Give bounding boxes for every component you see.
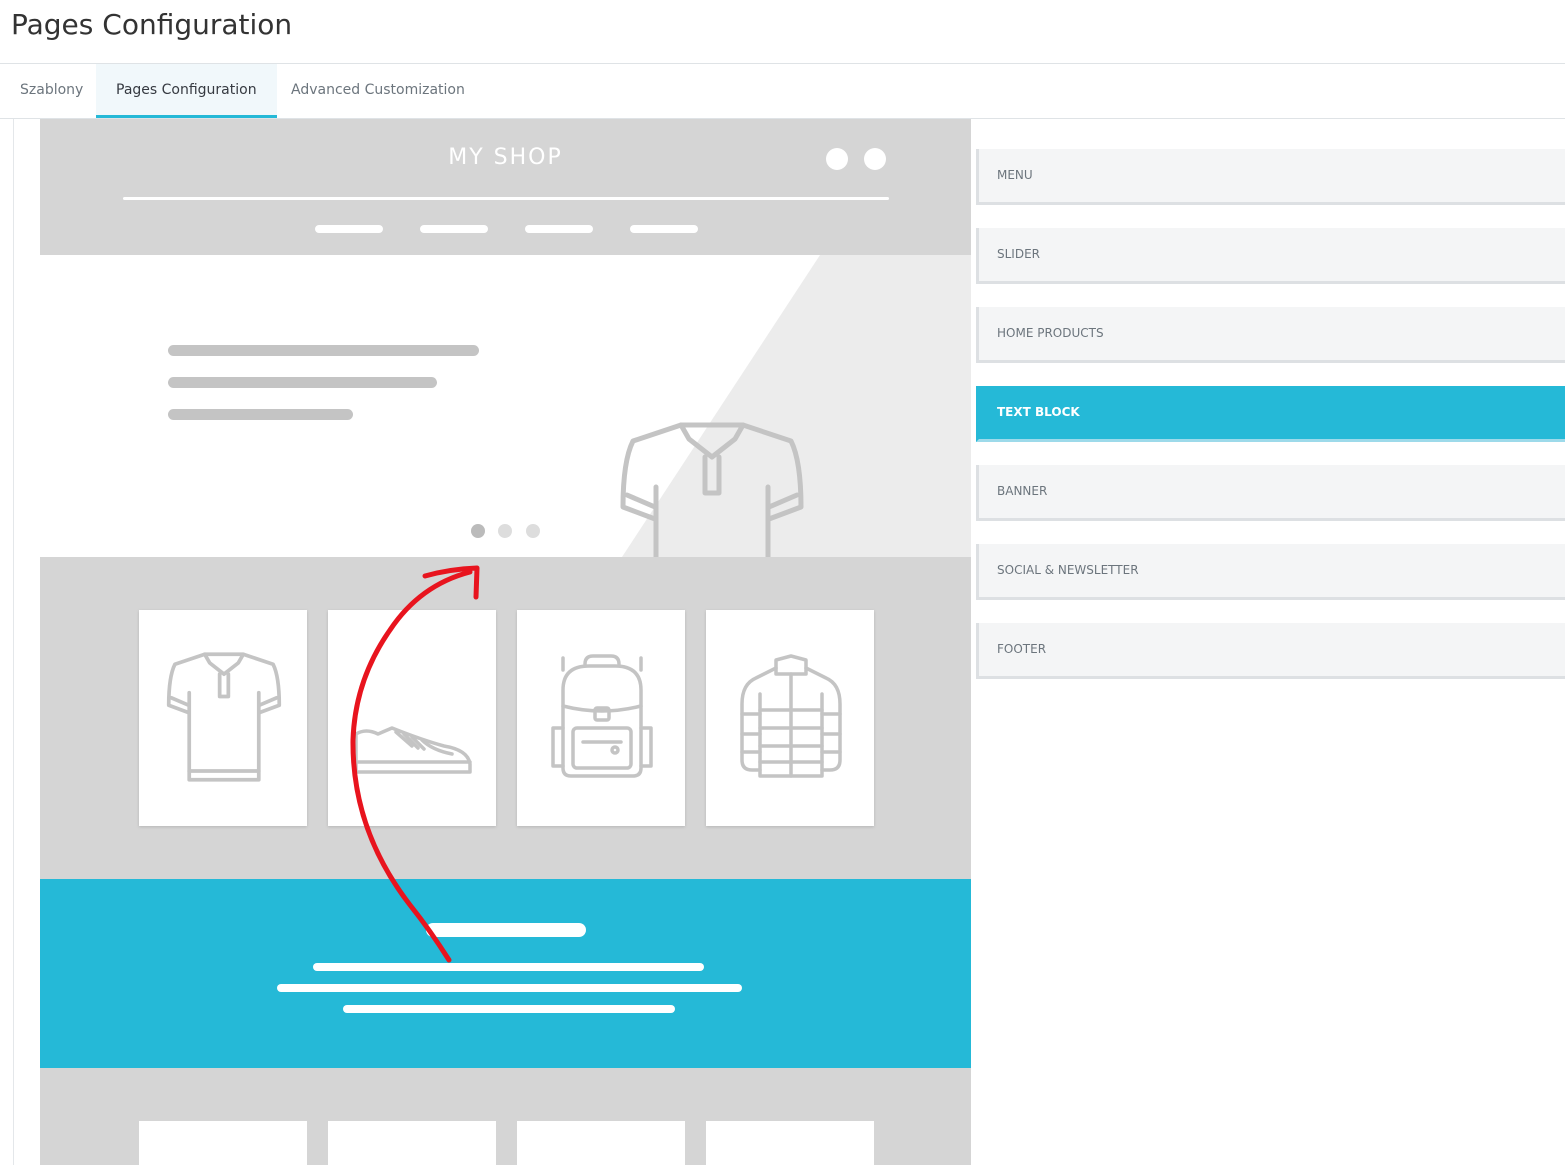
page-title: Pages Configuration — [11, 8, 293, 41]
preview-banner-section[interactable] — [40, 1068, 971, 1165]
product-card — [517, 610, 685, 826]
header-divider-line — [123, 197, 889, 200]
text-placeholder — [168, 345, 479, 356]
text-block-line-placeholder — [277, 984, 742, 992]
section-item-menu[interactable]: MENU — [976, 149, 1565, 205]
nav-placeholder — [630, 225, 698, 233]
product-card — [328, 610, 496, 826]
content-border — [13, 119, 14, 1165]
nav-placeholder — [315, 225, 383, 233]
preview-home-products-section[interactable] — [40, 557, 971, 879]
preview-slider-section[interactable] — [40, 255, 971, 557]
product-card — [706, 1121, 874, 1165]
sneaker-icon — [354, 726, 472, 774]
tab-bar: Szablony Pages Configuration Advanced Cu… — [0, 64, 1565, 119]
text-placeholder — [168, 409, 353, 420]
tab-pages-configuration[interactable]: Pages Configuration — [96, 64, 277, 118]
header-icon-circle — [826, 148, 848, 170]
section-item-social-newsletter[interactable]: SOCIAL & NEWSLETTER — [976, 544, 1565, 600]
slider-dot[interactable] — [498, 524, 512, 538]
product-card — [139, 1121, 307, 1165]
section-item-home-products[interactable]: HOME PRODUCTS — [976, 307, 1565, 363]
text-block-line-placeholder — [313, 963, 704, 971]
product-card — [328, 1121, 496, 1165]
product-card — [517, 1121, 685, 1165]
backpack-icon — [551, 654, 653, 778]
product-card — [706, 610, 874, 826]
text-block-line-placeholder — [343, 1005, 675, 1013]
text-block-heading-placeholder — [426, 923, 586, 937]
polo-shirt-icon — [166, 652, 282, 782]
slider-dot[interactable] — [471, 524, 485, 538]
preview-text-block-section[interactable] — [40, 879, 971, 1068]
section-item-text-block[interactable]: TEXT BLOCK — [976, 386, 1565, 442]
tab-szablony[interactable]: Szablony — [0, 64, 103, 118]
nav-placeholder — [420, 225, 488, 233]
section-item-footer[interactable]: FOOTER — [976, 623, 1565, 679]
section-item-slider[interactable]: SLIDER — [976, 228, 1565, 284]
slider-dot[interactable] — [526, 524, 540, 538]
preview-menu-section[interactable]: MY SHOP — [40, 119, 971, 255]
product-card — [139, 610, 307, 826]
header-icon-circle — [864, 148, 886, 170]
nav-placeholder — [525, 225, 593, 233]
tab-advanced-customization[interactable]: Advanced Customization — [271, 64, 485, 118]
section-item-banner[interactable]: BANNER — [976, 465, 1565, 521]
jacket-icon — [740, 654, 842, 778]
text-placeholder — [168, 377, 437, 388]
polo-shirt-icon — [620, 422, 804, 557]
homepage-preview: MY SHOP — [40, 119, 971, 1165]
slider-background-shape — [622, 255, 971, 557]
